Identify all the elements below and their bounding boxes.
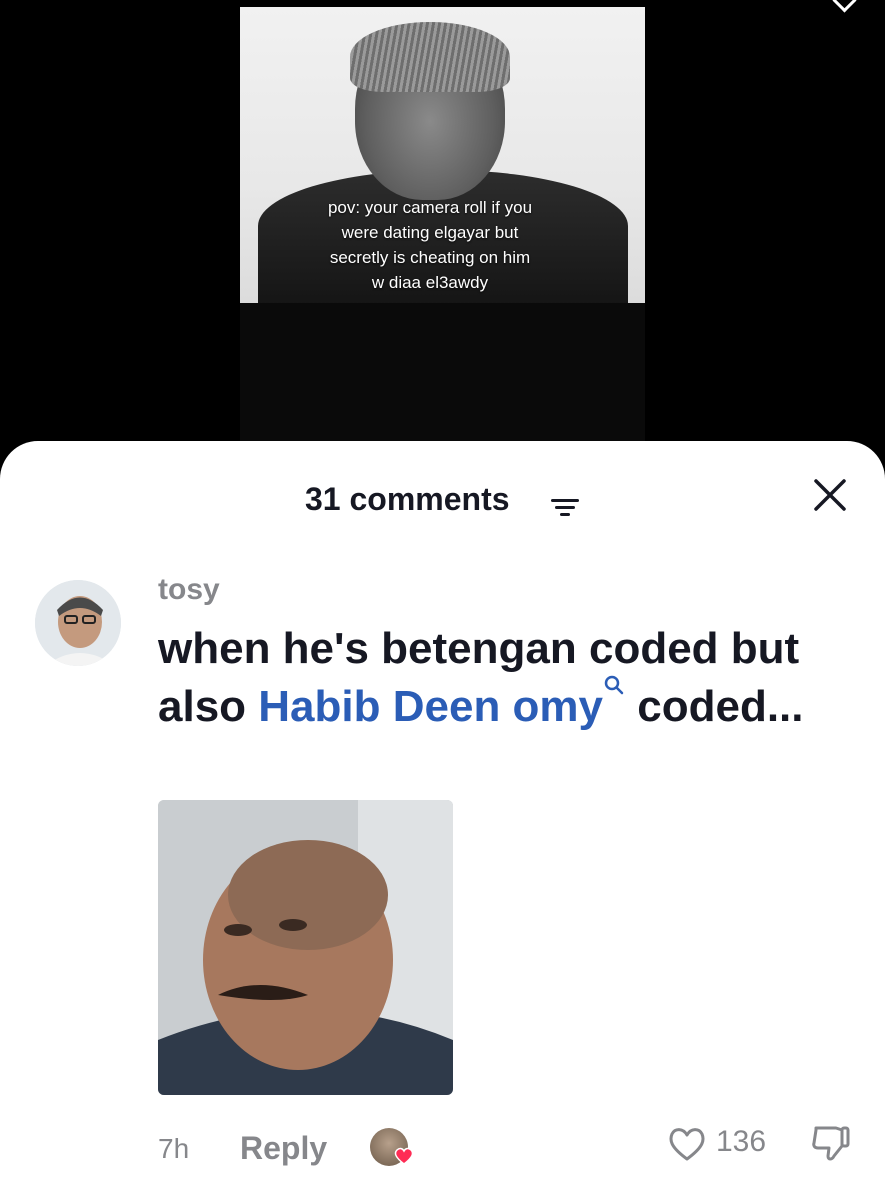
thumbs-down-icon[interactable] (808, 1122, 852, 1166)
comments-header: 31 comments (0, 481, 885, 521)
avatar[interactable] (35, 580, 121, 666)
close-icon[interactable] (812, 477, 848, 513)
like-count: 136 (716, 1125, 767, 1158)
filter-lines-icon[interactable] (551, 497, 581, 519)
caption-line: were dating elgayar but (341, 223, 519, 242)
reply-button[interactable]: Reply (240, 1130, 327, 1167)
comment-timestamp: 7h (158, 1133, 190, 1164)
caption-line: w diaa el3awdy (371, 273, 489, 292)
comment-text-part: coded... (625, 682, 804, 731)
heart-badge-icon (394, 1147, 414, 1165)
video-caption: pov: your camera roll if you were dating… (300, 195, 560, 295)
caption-line: pov: your camera roll if you (327, 198, 533, 217)
search-icon[interactable] (603, 674, 625, 696)
comment-text: when he's betengan coded but also Habib … (158, 620, 838, 736)
caption-line: secretly is cheating on him (329, 248, 531, 267)
comment-image-art (158, 800, 453, 1095)
comment-image[interactable] (158, 800, 453, 1095)
search-link[interactable]: Habib Deen omy (258, 682, 603, 731)
comments-count-title: 31 comments (305, 481, 510, 517)
video-figure-hair (350, 22, 510, 92)
chevron-down-icon[interactable] (832, 0, 857, 13)
heart-outline-icon[interactable] (666, 1123, 708, 1163)
video-player[interactable]: pov: your camera roll if you were dating… (0, 0, 885, 470)
video-letterbox (240, 303, 645, 443)
comment-username[interactable]: tosy (158, 573, 220, 607)
comment-footer: 7h Reply 136 (0, 1120, 885, 1170)
avatar-image (35, 580, 121, 666)
